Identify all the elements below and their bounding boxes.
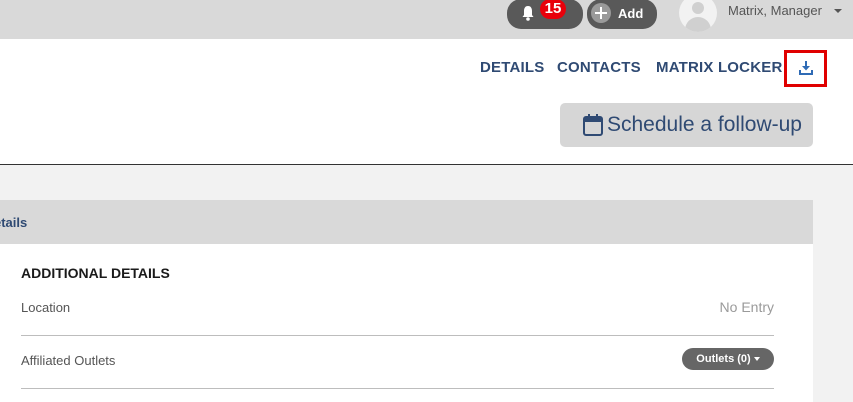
row-divider: [21, 388, 774, 389]
avatar[interactable]: [679, 0, 717, 32]
notifications-button[interactable]: 15: [507, 0, 583, 29]
calendar-icon: [583, 114, 603, 136]
panel-header-title: etails: [0, 215, 28, 230]
add-label: Add: [618, 6, 644, 21]
details-panel: etails ADDITIONAL DETAILS Location No En…: [0, 200, 813, 402]
download-button[interactable]: [784, 50, 827, 87]
outlets-dropdown-button[interactable]: Outlets (0): [682, 348, 774, 370]
outlets-button-label: Outlets (0): [696, 353, 751, 365]
chevron-down-icon[interactable]: [834, 9, 842, 13]
affiliated-outlets-label: Affiliated Outlets: [21, 353, 116, 368]
location-value: No Entry: [719, 299, 774, 315]
chevron-down-icon: [753, 357, 760, 362]
tab-contacts[interactable]: CONTACTS: [557, 59, 641, 76]
panel-header[interactable]: etails: [0, 200, 813, 244]
notification-count-badge: 15: [540, 0, 566, 19]
top-bar: 15 Add Matrix, Manager: [0, 0, 853, 39]
schedule-follow-up-label: Schedule a follow-up: [607, 113, 802, 136]
location-label: Location: [21, 300, 71, 315]
download-icon: [799, 61, 813, 75]
tab-matrix-locker[interactable]: MATRIX LOCKER: [656, 59, 782, 76]
plus-icon: [591, 3, 611, 23]
tab-details[interactable]: DETAILS: [480, 59, 544, 76]
row-divider: [21, 335, 774, 336]
bell-icon: [522, 6, 534, 21]
schedule-follow-up-button[interactable]: Schedule a follow-up: [560, 103, 813, 147]
user-menu-name[interactable]: Matrix, Manager: [728, 3, 822, 18]
add-button[interactable]: Add: [587, 0, 657, 29]
section-title: ADDITIONAL DETAILS: [21, 265, 170, 281]
